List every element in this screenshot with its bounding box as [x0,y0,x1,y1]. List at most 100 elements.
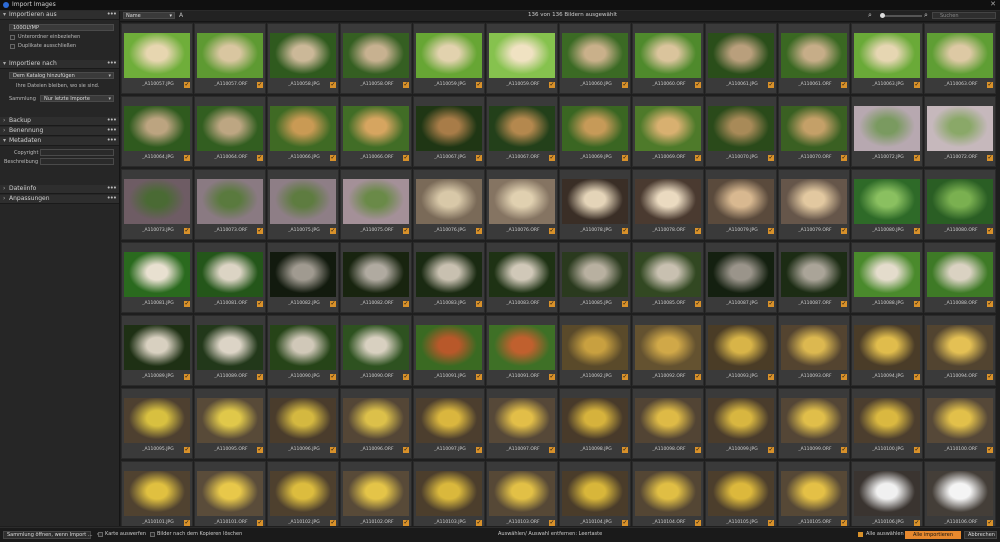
selected-checkbox[interactable]: ✓ [330,155,336,161]
thumbnail-cell[interactable]: _A110057.ORF ✓ [194,23,266,94]
sort-select[interactable]: Name ▾ [123,12,175,19]
thumbnail-cell[interactable]: _A110078.JPG ✓ [559,169,631,240]
thumbnail-cell[interactable]: _A110102.JPG ✓ [267,461,339,526]
selected-checkbox[interactable]: ✓ [476,228,482,234]
thumbnail-cell[interactable]: _A110072.ORF ✓ [924,96,996,167]
thumbnail-cell[interactable]: _A110078.ORF ✓ [632,169,704,240]
thumbnail-cell[interactable]: _A110105.ORF ✓ [778,461,850,526]
selected-checkbox[interactable]: ✓ [403,447,409,453]
selected-checkbox[interactable]: ✓ [549,447,555,453]
selected-checkbox[interactable]: ✓ [987,301,993,307]
thumbnail-cell[interactable]: _A110089.ORF ✓ [194,315,266,386]
thumbnail-cell[interactable]: _A110063.ORF ✓ [924,23,996,94]
selected-checkbox[interactable]: ✓ [622,228,628,234]
thumbnail-cell[interactable]: _A110061.JPG ✓ [705,23,777,94]
thumbnail-cell[interactable]: _A110073.ORF ✓ [194,169,266,240]
selected-checkbox[interactable]: ✓ [476,374,482,380]
selected-checkbox[interactable]: ✓ [987,374,993,380]
selected-checkbox[interactable]: ✓ [914,82,920,88]
selected-checkbox[interactable]: ✓ [257,301,263,307]
thumbnail-cell[interactable]: _A110093.ORF ✓ [778,315,850,386]
thumbnail-cell[interactable]: _A110081.ORF ✓ [194,242,266,313]
thumbnail-cell[interactable]: _A110103.JPG ✓ [413,461,485,526]
selected-checkbox[interactable]: ✓ [476,447,482,453]
selected-checkbox[interactable]: ✓ [257,228,263,234]
thumbnail-cell[interactable]: _A110075.ORF ✓ [340,169,412,240]
search-input[interactable]: Suchen [932,12,996,19]
thumbnail-cell[interactable]: _A110083.ORF ✓ [486,242,558,313]
thumbnail-cell[interactable]: _A110080.ORF ✓ [924,169,996,240]
thumbnail-cell[interactable]: _A110094.ORF ✓ [924,315,996,386]
thumbnail-cell[interactable]: _A110092.ORF ✓ [632,315,704,386]
thumbnail-size-slider[interactable] [880,13,922,18]
selected-checkbox[interactable]: ✓ [330,374,336,380]
selected-checkbox[interactable]: ✓ [257,82,263,88]
selected-checkbox[interactable]: ✓ [622,520,628,526]
selected-checkbox[interactable]: ✓ [841,374,847,380]
selected-checkbox[interactable]: ✓ [257,155,263,161]
selected-checkbox[interactable]: ✓ [476,301,482,307]
thumbnail-cell[interactable]: _A110060.JPG ✓ [559,23,631,94]
selected-checkbox[interactable]: ✓ [914,520,920,526]
thumbnail-cell[interactable]: _A110076.ORF ✓ [486,169,558,240]
thumbnail-cell[interactable]: _A110072.JPG ✓ [851,96,923,167]
thumbnail-cell[interactable]: _A110095.JPG ✓ [121,388,193,459]
thumbnail-cell[interactable]: _A110073.JPG ✓ [121,169,193,240]
exclude-duplicates-checkbox[interactable] [10,44,15,49]
thumbnail-cell[interactable]: _A110076.JPG ✓ [413,169,485,240]
thumbnail-cell[interactable]: _A110101.ORF ✓ [194,461,266,526]
selected-checkbox[interactable]: ✓ [622,374,628,380]
section-anpassungen[interactable]: › Anpassungen ••• [0,194,119,204]
cancel-button[interactable]: Abbrechen [964,531,997,539]
selected-checkbox[interactable]: ✓ [330,520,336,526]
eject-card-checkbox[interactable] [98,532,103,537]
selected-checkbox[interactable]: ✓ [549,374,555,380]
thumbnail-cell[interactable]: _A110060.ORF ✓ [632,23,704,94]
thumbnail-cell[interactable]: _A110064.JPG ✓ [121,96,193,167]
thumbnail-cell[interactable]: _A110066.ORF ✓ [340,96,412,167]
section-benennung[interactable]: › Benennung ••• [0,126,119,136]
thumbnail-cell[interactable]: _A110059.ORF ✓ [486,23,558,94]
selected-checkbox[interactable]: ✓ [622,301,628,307]
thumbnail-cell[interactable]: _A110089.JPG ✓ [121,315,193,386]
selected-checkbox[interactable]: ✓ [914,374,920,380]
thumbnail-cell[interactable]: _A110091.JPG ✓ [413,315,485,386]
selected-checkbox[interactable]: ✓ [184,155,190,161]
selected-checkbox[interactable]: ✓ [257,447,263,453]
thumbnail-cell[interactable]: _A110087.ORF ✓ [778,242,850,313]
selected-checkbox[interactable]: ✓ [987,155,993,161]
selected-checkbox[interactable]: ✓ [476,82,482,88]
thumbnail-cell[interactable]: _A110105.JPG ✓ [705,461,777,526]
selected-checkbox[interactable]: ✓ [549,520,555,526]
thumbnail-cell[interactable]: _A110095.ORF ✓ [194,388,266,459]
selected-checkbox[interactable]: ✓ [622,82,628,88]
thumbnail-cell[interactable]: _A110100.JPG ✓ [851,388,923,459]
thumbnail-cell[interactable]: _A110067.ORF ✓ [486,96,558,167]
selected-checkbox[interactable]: ✓ [184,447,190,453]
thumbnail-cell[interactable]: _A110058.ORF ✓ [340,23,412,94]
thumbnail-cell[interactable]: _A110102.ORF ✓ [340,461,412,526]
sammlung-oeffnen-select[interactable]: Sammlung öffnen, wenn Import ... ▾ [3,531,100,539]
selected-checkbox[interactable]: ✓ [841,155,847,161]
delete-after-copy-checkbox[interactable] [150,532,155,537]
selected-checkbox[interactable]: ✓ [695,374,701,380]
thumbnail-cell[interactable]: _A110096.ORF ✓ [340,388,412,459]
selected-checkbox[interactable]: ✓ [549,155,555,161]
selected-checkbox[interactable]: ✓ [768,82,774,88]
selected-checkbox[interactable]: ✓ [695,228,701,234]
selected-checkbox[interactable]: ✓ [330,447,336,453]
section-dateiinfo[interactable]: › Dateiinfo ••• [0,184,119,194]
section-importiere-nach[interactable]: ▾ Importiere nach ••• [0,59,119,69]
selected-checkbox[interactable]: ✓ [184,301,190,307]
selected-checkbox[interactable]: ✓ [768,447,774,453]
target-select[interactable]: Dem Katalog hinzufügen ▾ [9,72,114,79]
selected-checkbox[interactable]: ✓ [768,301,774,307]
selected-checkbox[interactable]: ✓ [184,228,190,234]
include-subfolders-checkbox[interactable] [10,35,15,40]
selected-checkbox[interactable]: ✓ [695,520,701,526]
selected-checkbox[interactable]: ✓ [549,228,555,234]
thumbnail-cell[interactable]: _A110106.JPG ✓ [851,461,923,526]
selected-checkbox[interactable]: ✓ [403,155,409,161]
thumbnail-cell[interactable]: _A110103.ORF ✓ [486,461,558,526]
zoom-icon[interactable]: ⌕ [868,11,872,20]
